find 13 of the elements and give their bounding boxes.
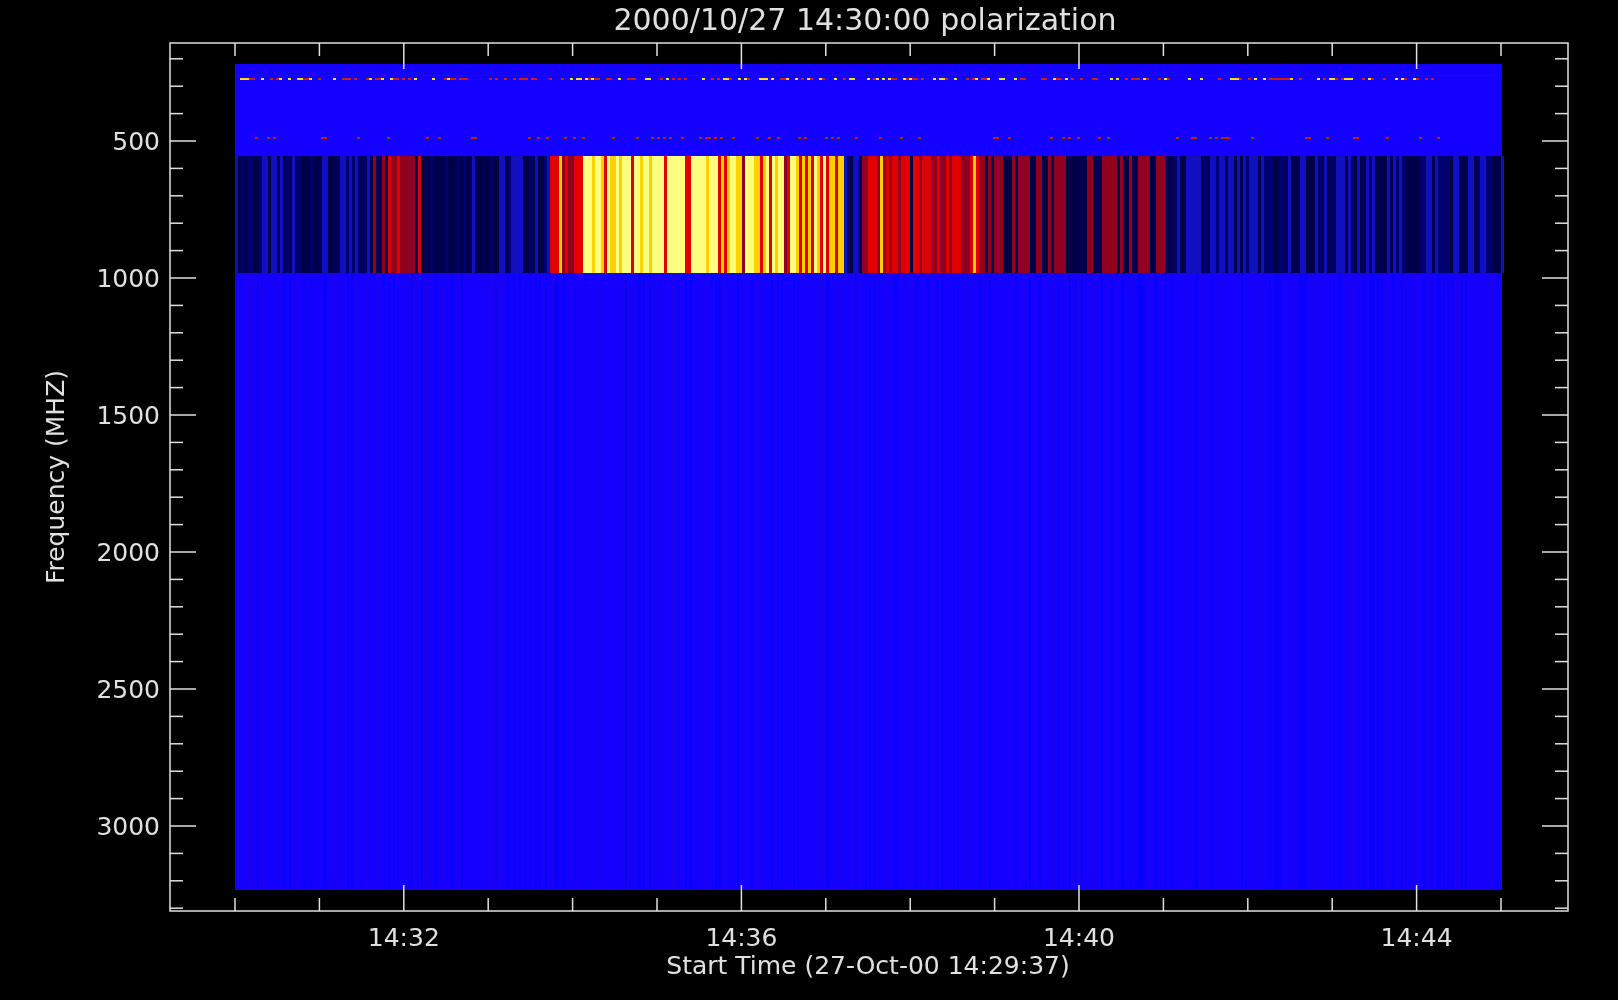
x-tick-label: 14:40 bbox=[1043, 923, 1115, 952]
y-tick-label: 3000 bbox=[96, 812, 160, 841]
x-tick-label: 14:44 bbox=[1380, 923, 1453, 952]
x-tick-label: 14:32 bbox=[367, 923, 440, 952]
x-tick-label: 14:36 bbox=[705, 923, 778, 952]
x-axis-label: Start Time (27-Oct-00 14:29:37) bbox=[666, 951, 1070, 980]
y-tick-label: 1000 bbox=[96, 264, 160, 293]
y-tick-label: 500 bbox=[112, 127, 160, 156]
y-tick-label: 2500 bbox=[96, 675, 160, 704]
y-tick-label: 2000 bbox=[96, 538, 160, 567]
y-axis-label: Frequency (MHZ) bbox=[41, 369, 70, 585]
plot-title: 2000/10/27 14:30:00 polarization bbox=[613, 2, 1117, 37]
y-tick-label: 1500 bbox=[96, 401, 160, 430]
